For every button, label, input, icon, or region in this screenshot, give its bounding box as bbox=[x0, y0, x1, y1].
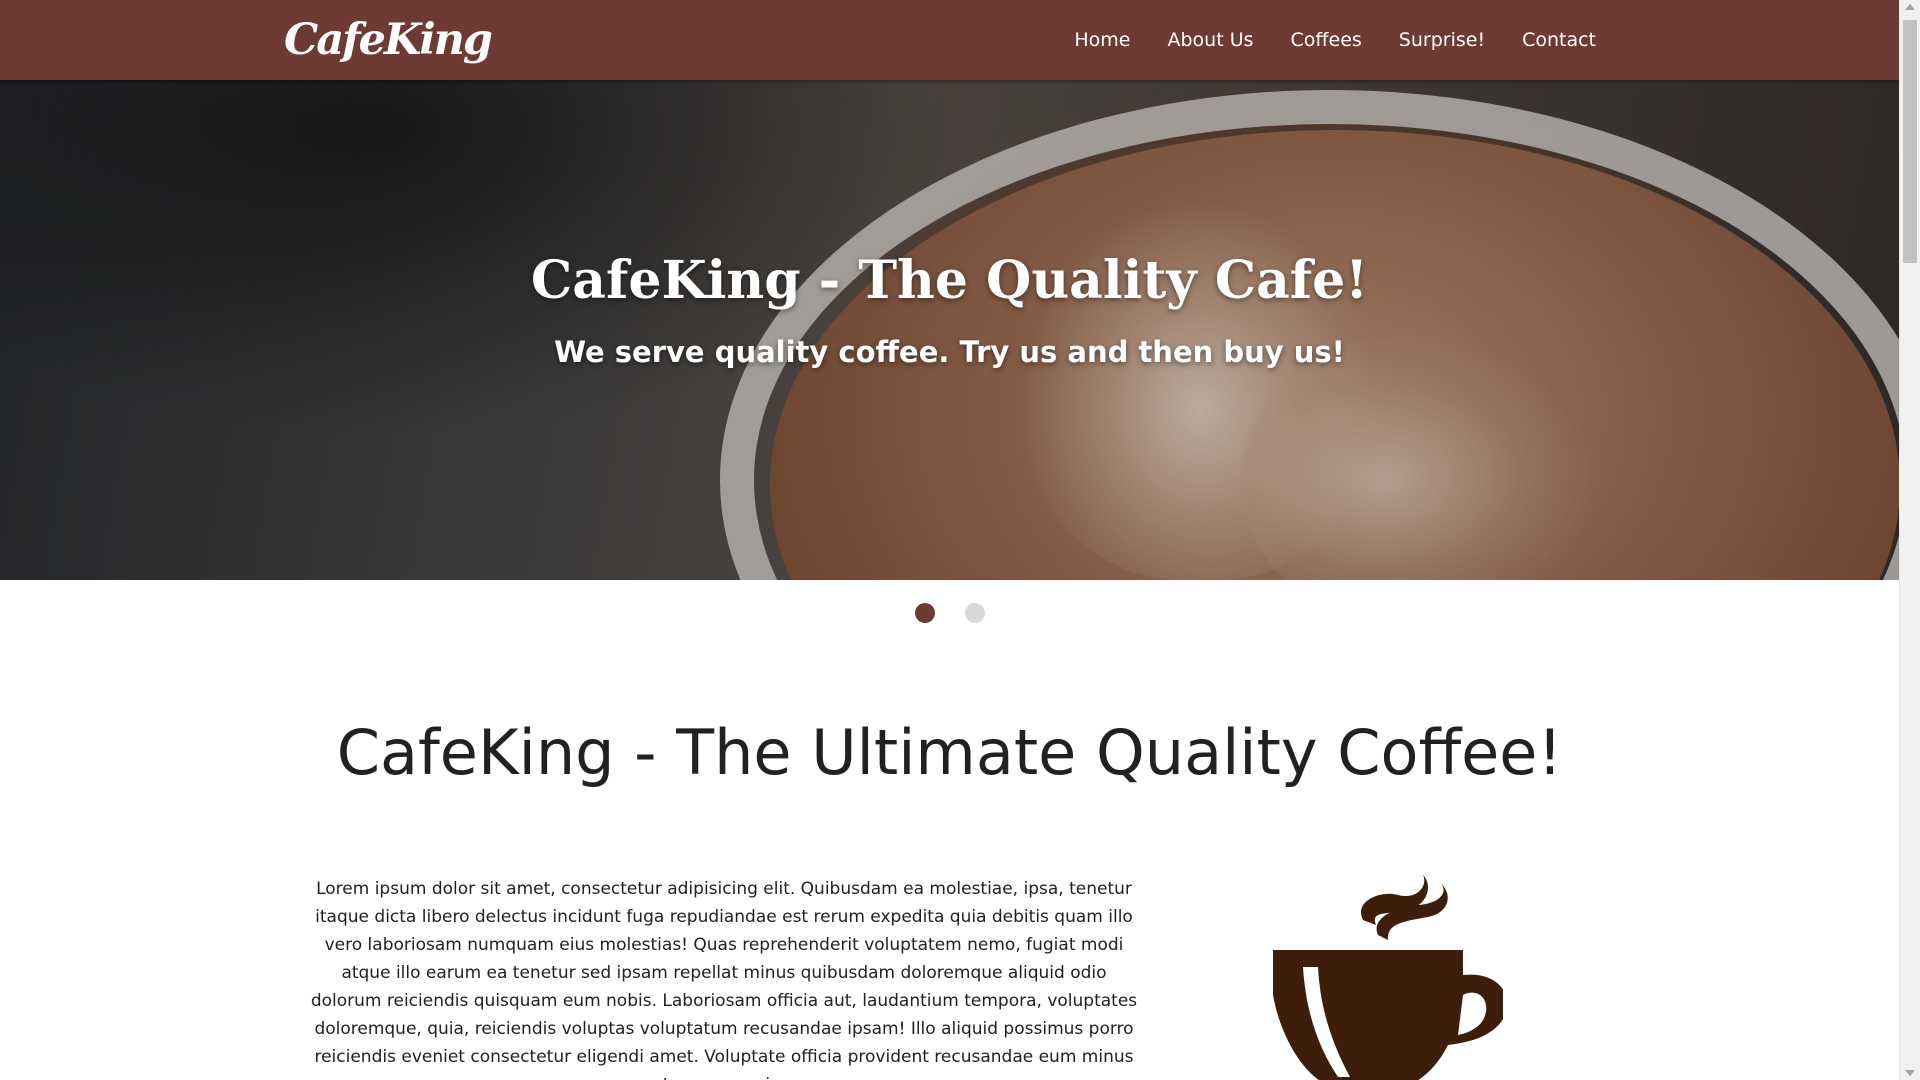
nav-home[interactable]: Home bbox=[1074, 29, 1130, 51]
nav-about-us[interactable]: About Us bbox=[1168, 29, 1254, 51]
hero-slider: CafeKing - The Quality Cafe! We serve qu… bbox=[0, 80, 1899, 580]
slider-dots bbox=[0, 603, 1899, 623]
hero-subtitle: We serve quality coffee. Try us and then… bbox=[554, 335, 1345, 369]
nav-coffees[interactable]: Coffees bbox=[1291, 29, 1362, 51]
scroll-thumb[interactable] bbox=[1903, 20, 1917, 263]
top-navbar: CafeKing Home About Us Coffees Surprise!… bbox=[0, 0, 1899, 80]
slider-dot-1[interactable] bbox=[914, 603, 935, 623]
scroll-up-icon[interactable] bbox=[1905, 4, 1915, 10]
coffee-cup-icon bbox=[1273, 875, 1503, 1080]
nav-contact[interactable]: Contact bbox=[1522, 29, 1596, 51]
main-nav: Home About Us Coffees Surprise! Contact bbox=[1037, 0, 1596, 80]
section-title: CafeKing - The Ultimate Quality Coffee! bbox=[336, 716, 1563, 789]
site-logo[interactable]: CafeKing bbox=[284, 10, 493, 70]
hero-overlay bbox=[0, 80, 1899, 580]
nav-surprise[interactable]: Surprise! bbox=[1399, 29, 1485, 51]
vertical-scrollbar[interactable] bbox=[1899, 0, 1920, 1080]
scroll-down-icon[interactable] bbox=[1905, 1070, 1915, 1076]
intro-paragraph: Lorem ipsum dolor sit amet, consectetur … bbox=[310, 879, 1138, 1080]
slider-dot-2[interactable] bbox=[964, 603, 985, 623]
hero-title: CafeKing - The Quality Cafe! bbox=[530, 250, 1369, 311]
